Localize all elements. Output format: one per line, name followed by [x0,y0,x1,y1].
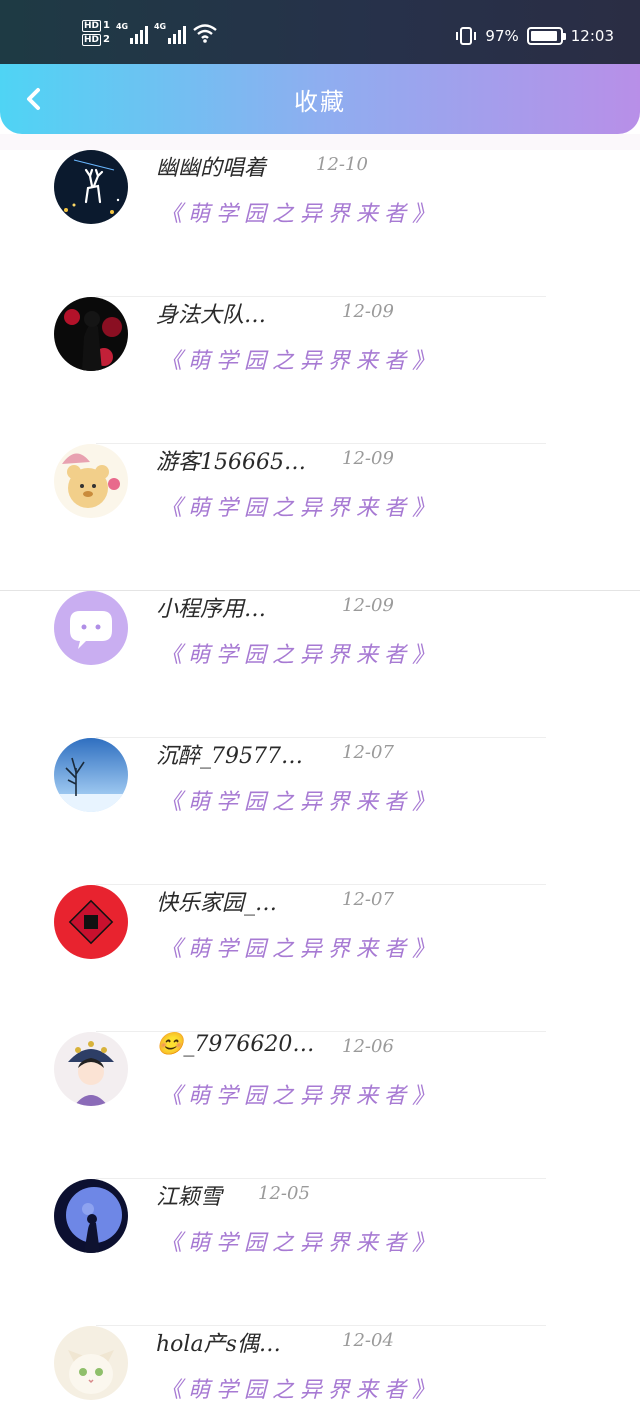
user-name: 幽幽的唱着 [156,156,267,181]
avatar[interactable] [54,591,128,665]
status-right: 97% 12:03 [455,26,614,46]
book-title[interactable]: 《萌学园之异界来者》 [160,1078,440,1110]
user-name: 身法大队… [156,303,267,328]
avatar[interactable] [54,1326,128,1400]
sim2-indicator: HD 2 [82,34,110,46]
user-name: hola产s偶… [156,1332,281,1357]
avatar[interactable] [54,150,128,224]
date-label: 12-04 [342,1330,394,1351]
user-name: 江颖雪 [156,1185,223,1210]
book-title[interactable]: 《萌学园之异界来者》 [160,196,440,228]
avatar[interactable] [54,738,128,812]
date-label: 12-07 [342,742,394,763]
status-bar: HD 1 HD 2 4G 4G 97% 12:03 [0,0,640,66]
date-label: 12-09 [342,448,394,469]
user-name: 😊_7976620… [156,1032,315,1057]
book-title[interactable]: 《萌学园之异界来者》 [160,1372,440,1404]
favorites-list: 幽幽的唱着 12-10 《萌学园之异界来者》 身法大队… 12-09 《萌学园之… [0,150,640,1422]
avatar[interactable] [54,885,128,959]
battery-icon [526,27,566,45]
user-name: 沉醉_79577… [156,744,303,769]
avatar[interactable] [54,444,128,518]
battery-percent: 97% [485,27,519,45]
date-label: 12-09 [342,595,394,616]
date-label: 12-07 [342,889,394,910]
vibrate-icon [456,27,477,45]
user-name: 游客156665… [156,450,306,475]
list-top-shade [0,134,640,150]
book-title[interactable]: 《萌学园之异界来者》 [160,931,440,963]
list-item[interactable]: 快乐家园_… 12-07 《萌学园之异界来者》 [0,885,640,1032]
list-item[interactable]: 幽幽的唱着 12-10 《萌学园之异界来者》 [0,150,640,297]
avatar[interactable] [54,297,128,371]
user-name: 快乐家园_… [156,891,278,916]
date-label: 12-09 [342,301,394,322]
list-item[interactable]: 沉醉_79577… 12-07 《萌学园之异界来者》 [0,738,640,885]
book-title[interactable]: 《萌学园之异界来者》 [160,784,440,816]
status-left: HD 1 HD 2 4G 4G [82,20,218,46]
list-item[interactable]: 身法大队… 12-09 《萌学园之异界来者》 [0,297,640,444]
user-name: 小程序用… [156,597,267,622]
signal-icon: 4G [154,22,186,44]
avatar[interactable] [54,1032,128,1106]
clock: 12:03 [570,27,614,45]
book-title[interactable]: 《萌学园之异界来者》 [160,1225,440,1257]
avatar[interactable] [54,1179,128,1253]
chat-bubble-icon [54,591,128,665]
page-title: 收藏 [294,88,346,116]
wifi-icon [193,24,217,43]
book-title[interactable]: 《萌学园之异界来者》 [160,637,440,669]
date-label: 12-05 [258,1183,310,1204]
app-header: 收藏 [0,64,640,134]
list-item[interactable]: 😊_7976620… 12-06 《萌学园之异界来者》 [0,1032,640,1179]
list-item[interactable]: 游客156665… 12-09 《萌学园之异界来者》 [0,444,640,591]
list-item[interactable]: hola产s偶… 12-04 《萌学园之异界来者》 [0,1326,640,1422]
sim1-indicator: HD 1 [82,20,110,32]
list-item[interactable]: 江颖雪 12-05 《萌学园之异界来者》 [0,1179,640,1326]
list-item[interactable]: 小程序用… 12-09 《萌学园之异界来者》 [0,591,640,738]
date-label: 12-06 [342,1036,394,1057]
signal-icon: 4G [116,22,148,44]
book-title[interactable]: 《萌学园之异界来者》 [160,490,440,522]
book-title[interactable]: 《萌学园之异界来者》 [160,343,440,375]
date-label: 12-10 [316,154,368,175]
